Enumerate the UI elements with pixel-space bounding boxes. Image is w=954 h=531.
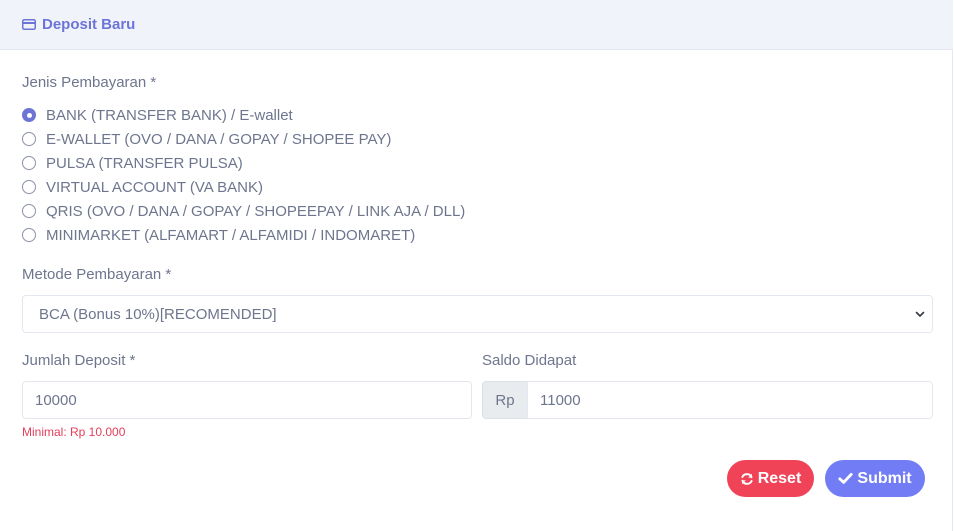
deposit-minimum-hint: Minimal: Rp 10.000 xyxy=(22,425,126,439)
payment-type-label: Jenis Pembayaran * xyxy=(22,74,157,91)
radio-button[interactable] xyxy=(22,204,36,218)
submit-label: Submit xyxy=(857,469,912,487)
deposit-card: Deposit Baru Jenis Pembayaran * BANK (TR… xyxy=(0,0,953,531)
deposit-amount-input[interactable]: 10000 xyxy=(22,381,472,419)
radio-label: VIRTUAL ACCOUNT (VA BANK) xyxy=(46,178,263,196)
radio-label: QRIS (OVO / DANA / GOPAY / SHOPEEPAY / L… xyxy=(46,202,466,220)
payment-method-select[interactable]: BCA (Bonus 10%)[RECOMENDED] xyxy=(22,295,933,333)
radio-button[interactable] xyxy=(22,132,36,146)
payment-type-option-bank[interactable]: BANK (TRANSFER BANK) / E-wallet xyxy=(22,105,293,125)
payment-type-option-ewallet[interactable]: E-WALLET (OVO / DANA / GOPAY / SHOPEE PA… xyxy=(22,129,391,149)
payment-method-label: Metode Pembayaran * xyxy=(22,266,172,283)
payment-type-option-virtual-account[interactable]: VIRTUAL ACCOUNT (VA BANK) xyxy=(22,177,263,197)
radio-label: BANK (TRANSFER BANK) / E-wallet xyxy=(46,106,293,124)
deposit-amount-label: Jumlah Deposit * xyxy=(22,352,136,369)
radio-button[interactable] xyxy=(22,180,36,194)
payment-type-option-qris[interactable]: QRIS (OVO / DANA / GOPAY / SHOPEEPAY / L… xyxy=(22,201,465,221)
radio-button[interactable] xyxy=(22,156,36,170)
currency-prefix: Rp xyxy=(482,381,528,419)
radio-label: MINIMARKET (ALFAMART / ALFAMIDI / INDOMA… xyxy=(46,226,416,244)
card-header: Deposit Baru xyxy=(0,0,953,50)
card-title: Deposit Baru xyxy=(42,16,136,33)
reset-label: Reset xyxy=(757,469,802,487)
radio-label: PULSA (TRANSFER PULSA) xyxy=(46,154,243,172)
radio-button[interactable] xyxy=(22,228,36,242)
payment-type-option-minimarket[interactable]: MINIMARKET (ALFAMART / ALFAMIDI / INDOMA… xyxy=(22,225,415,245)
reset-button[interactable]: Reset xyxy=(727,460,814,497)
balance-received-input: 11000 xyxy=(527,381,933,419)
submit-button[interactable]: Submit xyxy=(825,460,925,497)
chevron-down-icon xyxy=(915,311,925,317)
payment-type-option-pulsa[interactable]: PULSA (TRANSFER PULSA) xyxy=(22,153,243,173)
payment-method-value: BCA (Bonus 10%)[RECOMENDED] xyxy=(39,305,277,323)
radio-label: E-WALLET (OVO / DANA / GOPAY / SHOPEE PA… xyxy=(46,130,392,148)
refresh-icon xyxy=(741,472,753,485)
credit-card-icon xyxy=(22,19,36,30)
radio-button[interactable] xyxy=(22,108,36,122)
check-icon xyxy=(838,473,853,484)
balance-received-label: Saldo Didapat xyxy=(482,352,577,369)
